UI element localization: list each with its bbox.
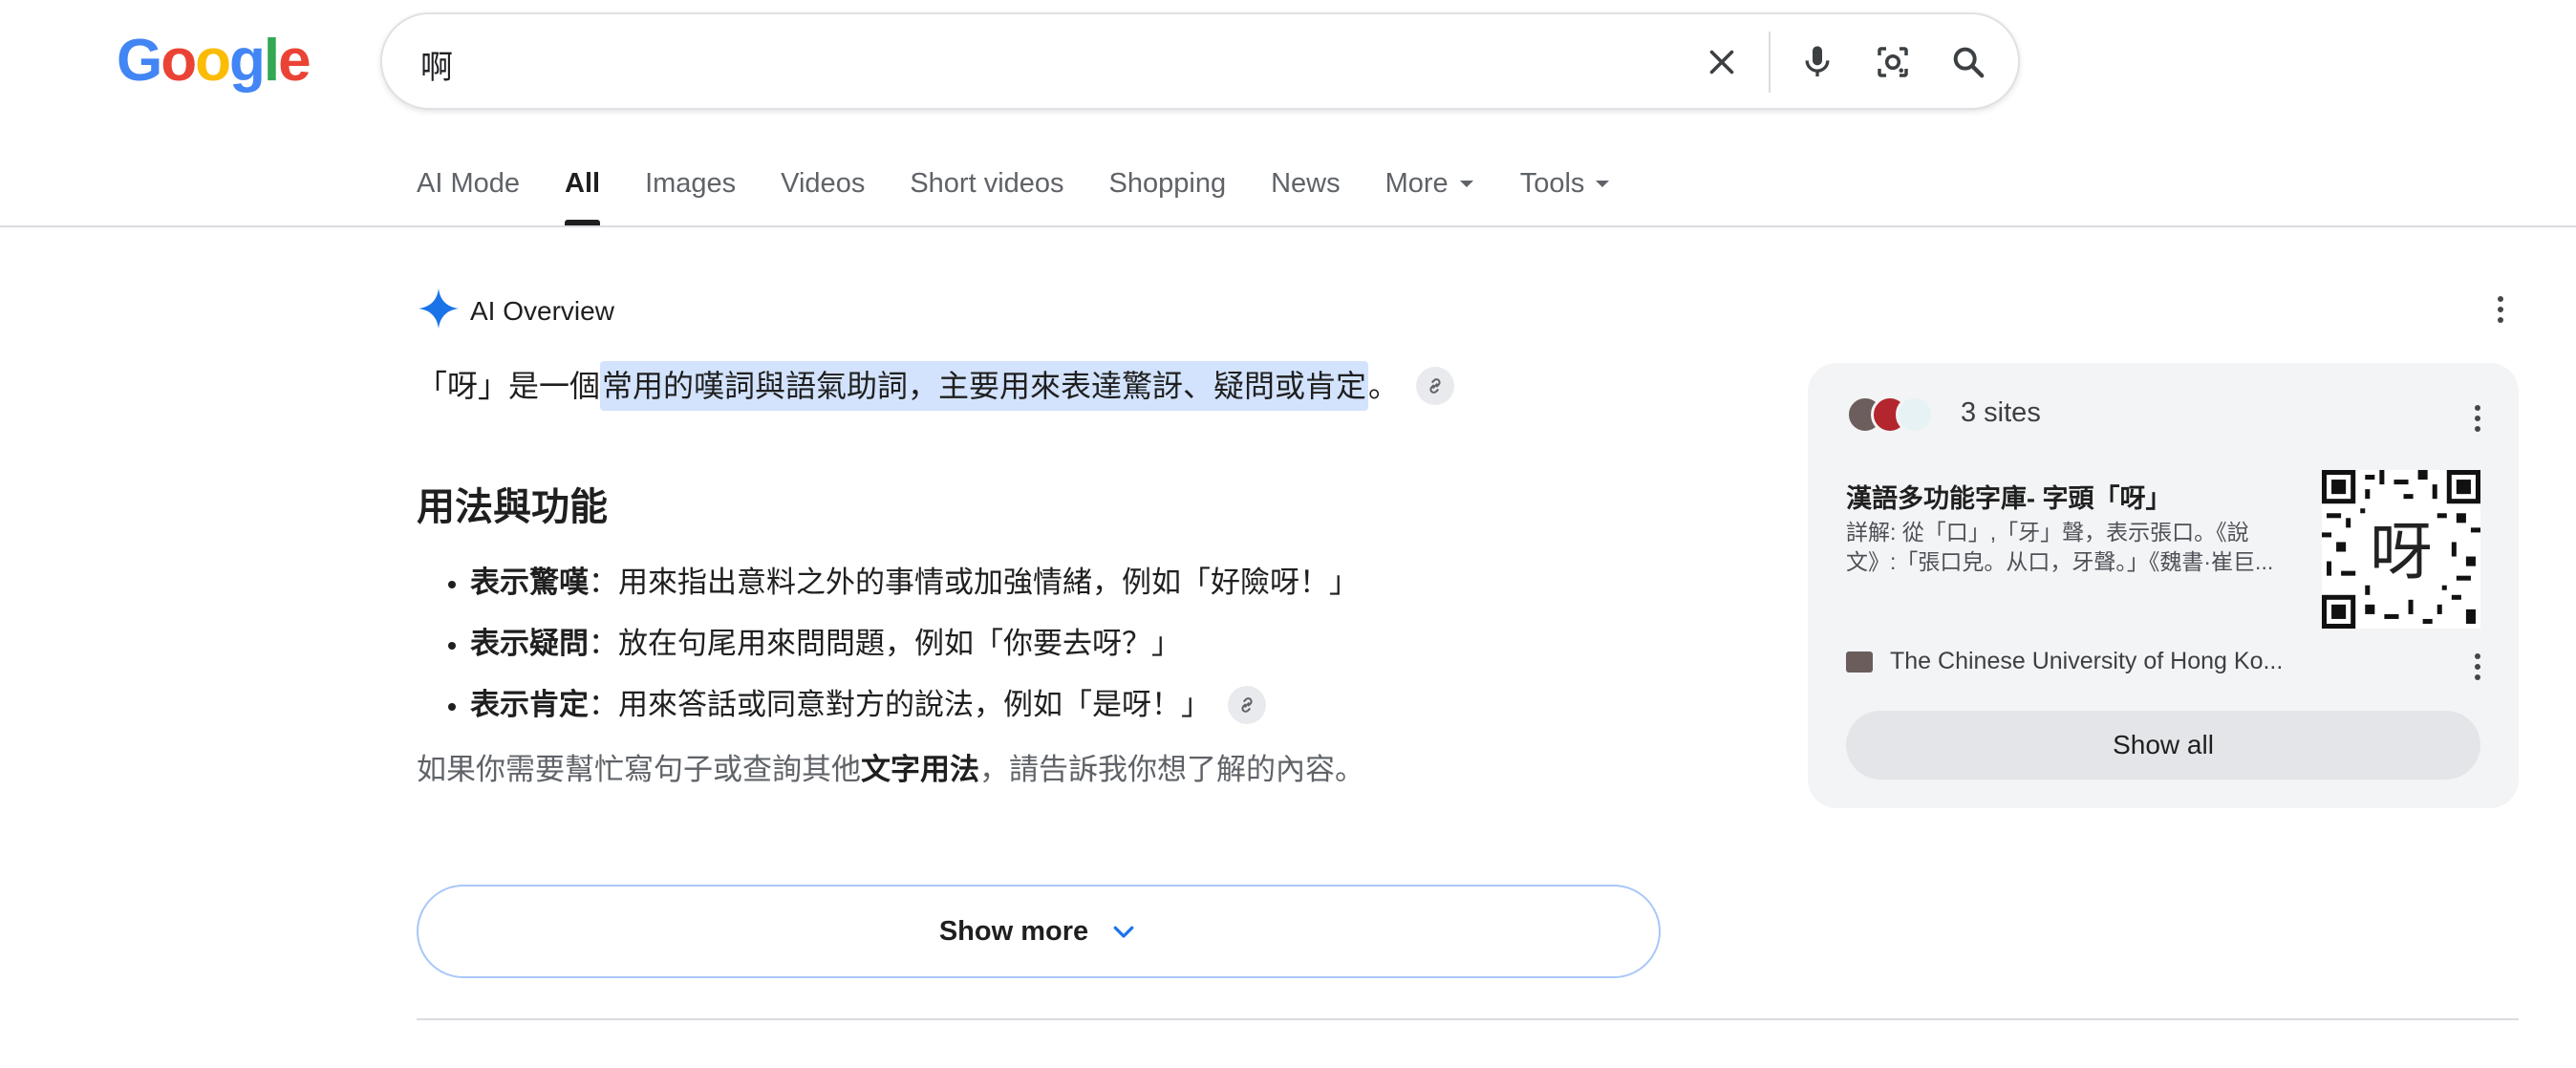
logo-letter: l xyxy=(263,28,280,94)
logo-letter: G xyxy=(117,28,162,94)
tab-label: Shopping xyxy=(1108,168,1227,199)
logo-letter: o xyxy=(161,28,197,94)
tab-ai-mode[interactable]: AI Mode xyxy=(417,164,520,225)
tab-label: All xyxy=(565,168,601,199)
closing-text-end: ，請告訴我你想了解的內容。 xyxy=(979,753,1364,786)
show-more-label: Show more xyxy=(938,915,1089,947)
microphone-icon[interactable] xyxy=(1794,39,1840,85)
tab-shopping[interactable]: Shopping xyxy=(1109,164,1227,225)
tab-more[interactable]: More xyxy=(1385,164,1473,225)
more-options-icon[interactable] xyxy=(2463,650,2492,684)
tab-tools[interactable]: Tools xyxy=(1520,164,1610,225)
bullet-term: 表示驚嘆 xyxy=(470,566,589,599)
close-icon[interactable] xyxy=(1699,39,1745,85)
tab-label: News xyxy=(1271,168,1341,199)
source-title[interactable]: 漢語多功能字庫- 字頭「呀」 xyxy=(1846,478,2172,515)
list-item: 表示肯定：用來答話或同意對方的說法，例如「是呀！」 xyxy=(470,674,1359,736)
usage-list: 表示驚嘆：用來指出意料之外的事情或加強情緒，例如「好險呀！」 表示疑問：放在句尾… xyxy=(436,552,1359,736)
closing-text: 如果你需要幫忙寫句子或查詢其他 xyxy=(417,753,861,786)
thumbnail-char: 呀 xyxy=(2370,516,2432,588)
snippet-line: 詳解: 從「口」,「牙」聲，表示張口。《說 xyxy=(1846,520,2249,545)
site-favicon-icon xyxy=(1846,651,1873,673)
snippet-line: 文》:「張口皃。从口，牙聲。」《魏書·崔巨... xyxy=(1846,549,2274,574)
closing-bold: 文字用法 xyxy=(861,753,979,786)
chevron-down-icon xyxy=(1109,917,1138,946)
search-divider xyxy=(1769,32,1771,93)
google-logo[interactable]: Google xyxy=(117,27,311,96)
tab-news[interactable]: News xyxy=(1271,164,1341,225)
tab-label: More xyxy=(1385,168,1449,199)
ai-overview-header: AI Overview xyxy=(417,287,614,335)
logo-letter: e xyxy=(278,28,311,94)
logo-letter: g xyxy=(228,28,266,94)
intro-text: 「呀」是一個 xyxy=(417,369,601,403)
tab-images[interactable]: Images xyxy=(645,164,736,225)
more-options-icon[interactable] xyxy=(2463,401,2492,436)
tab-label: Tools xyxy=(1519,168,1585,199)
usage-heading: 用法與功能 xyxy=(417,486,608,528)
bullet-term: 表示疑問 xyxy=(470,627,589,660)
search-tabs: AI Mode All Images Videos Short videos S… xyxy=(417,164,1654,225)
sources-panel: 3 sites 漢語多功能字庫- 字頭「呀」 詳解: 從「口」,「牙」聲，表示張… xyxy=(1808,363,2519,808)
section-divider xyxy=(417,1018,2519,1020)
link-icon[interactable] xyxy=(1416,367,1455,405)
logo-letter: o xyxy=(195,28,231,94)
site-favicons xyxy=(1846,395,1934,434)
source-site[interactable]: The Chinese University of Hong Ko... xyxy=(1846,648,2283,675)
more-options-icon[interactable] xyxy=(2486,292,2515,327)
camera-lens-icon[interactable] xyxy=(1870,39,1916,85)
bullet-term: 表示肯定 xyxy=(470,688,589,721)
tab-videos[interactable]: Videos xyxy=(781,164,865,225)
bullet-text: ：用來答話或同意對方的說法，例如「是呀！」 xyxy=(589,688,1211,721)
show-all-button[interactable]: Show all xyxy=(1846,711,2480,780)
search-input[interactable]: 啊 xyxy=(420,41,453,88)
source-site-name: The Chinese University of Hong Ko... xyxy=(1890,648,2284,674)
tab-label: Videos xyxy=(781,168,866,199)
show-all-label: Show all xyxy=(2113,730,2214,759)
caret-down-icon xyxy=(1459,181,1473,187)
bullet-text: ：放在句尾用來問問題，例如「你要去呀？」 xyxy=(589,627,1181,660)
tab-all[interactable]: All xyxy=(565,164,601,225)
bullet-text: ：用來指出意料之外的事情或加強情緒，例如「好險呀！」 xyxy=(589,566,1359,599)
caret-down-icon xyxy=(1596,181,1610,187)
tab-label: Short videos xyxy=(910,168,1064,199)
intro-highlight: 常用的嘆詞與語氣助詞，主要用來表達驚訝、疑問或肯定 xyxy=(600,361,1369,411)
list-item: 表示驚嘆：用來指出意料之外的事情或加強情緒，例如「好險呀！」 xyxy=(470,552,1359,613)
source-thumbnail[interactable]: 呀 xyxy=(2322,470,2480,629)
ai-overview-intro: 「呀」是一個 常用的嘆詞與語氣助詞，主要用來表達驚訝、疑問或肯定。 xyxy=(417,361,1455,411)
search-box[interactable]: 啊 xyxy=(380,12,2020,110)
sites-count[interactable]: 3 sites xyxy=(1961,397,2041,429)
search-icon[interactable] xyxy=(1945,39,1991,85)
tab-label: AI Mode xyxy=(417,168,520,199)
ai-overview-closing: 如果你需要幫忙寫句子或查詢其他文字用法，請告訴我你想了解的內容。 xyxy=(417,745,1364,788)
show-more-button[interactable]: Show more xyxy=(417,885,1661,978)
tabs-divider xyxy=(0,225,2576,227)
tab-short-videos[interactable]: Short videos xyxy=(910,164,1063,225)
list-item: 表示疑問：放在句尾用來問問題，例如「你要去呀？」 xyxy=(470,613,1359,674)
site-avatar xyxy=(1896,395,1934,434)
ai-overview-title: AI Overview xyxy=(470,295,614,326)
gemini-sparkle-icon xyxy=(417,287,461,335)
tab-label: Images xyxy=(645,168,737,199)
link-icon[interactable] xyxy=(1228,686,1266,724)
intro-text-end: 。 xyxy=(1368,369,1400,403)
source-snippet: 詳解: 從「口」,「牙」聲，表示張口。《說 文》:「張口皃。从口，牙聲。」《魏書… xyxy=(1846,518,2295,577)
